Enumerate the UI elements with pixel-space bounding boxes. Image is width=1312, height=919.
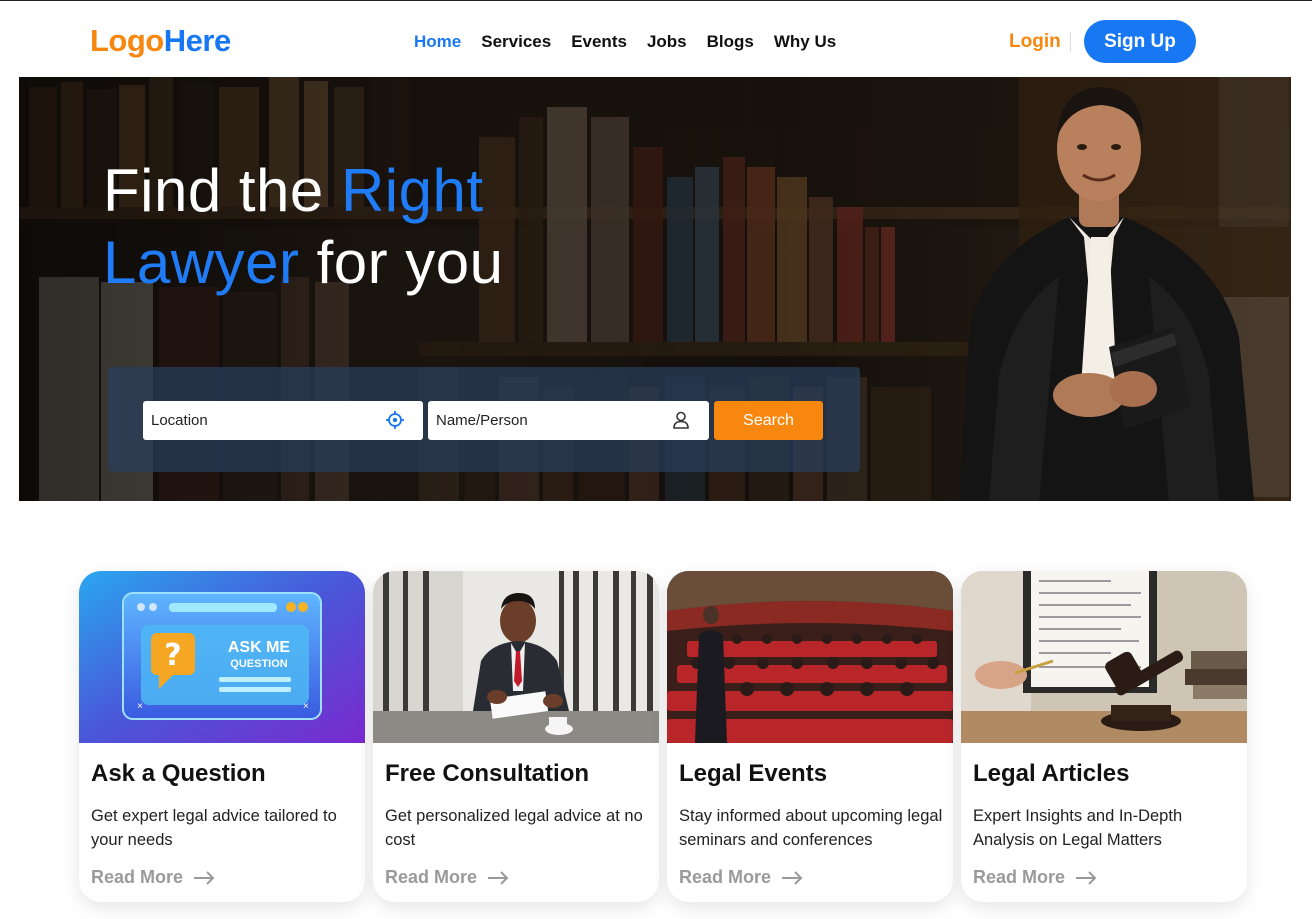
legal-articles-image [961,571,1247,743]
card-free-consultation[interactable]: Free Consultation Get personalized legal… [373,571,659,902]
arrow-right-icon [1076,870,1097,885]
nav-blogs[interactable]: Blogs [707,32,754,52]
read-more-label: Read More [973,867,1066,887]
nav-services[interactable]: Services [481,32,551,52]
header-divider [1070,32,1071,52]
hero-banner: Find the Right Lawyer for you Location N… [19,77,1291,501]
read-more-label: Read More [679,867,772,887]
ask-me-image-text: ASK ME [228,639,291,656]
card-title: Ask a Question [91,760,266,787]
read-more-link[interactable]: Read More [385,867,509,888]
hero-title-text: for you [299,229,504,296]
logo[interactable]: LogoHere [90,23,231,59]
card-description: Stay informed about upcoming legal semin… [679,807,943,849]
person-icon [673,411,689,429]
logo-text-part1: Logo [90,23,164,58]
location-input[interactable]: Location [143,401,423,440]
question-image-text: QUESTION [230,658,288,670]
service-cards: ? ASK ME QUESTION × × Ask a Question Get… [79,571,1247,902]
hero-title-text: Find the [103,157,341,224]
search-panel: Location Name/Person Search [108,367,860,472]
read-more-link[interactable]: Read More [91,867,215,888]
nav-events[interactable]: Events [571,32,627,52]
arrow-right-icon [194,870,215,885]
location-target-icon[interactable] [385,410,405,430]
search-button[interactable]: Search [714,401,823,440]
ask-question-image: ? ASK ME QUESTION × × [79,571,365,743]
arrow-right-icon [488,870,509,885]
hero-title-highlight: Right [340,157,484,224]
name-person-input[interactable]: Name/Person [428,401,709,440]
card-title: Free Consultation [385,760,590,787]
card-description: Get expert legal advice tailored to your… [91,807,337,849]
card-legal-articles[interactable]: Legal Articles Expert Insights and In-De… [961,571,1247,902]
location-placeholder: Location [151,412,208,429]
card-legal-events[interactable]: Legal Events Stay informed about upcomin… [667,571,953,902]
card-description: Expert Insights and In-Depth Analysis on… [973,807,1183,849]
card-title: Legal Articles [973,760,1130,787]
card-ask-question[interactable]: ? ASK ME QUESTION × × Ask a Question Get… [79,571,365,902]
lawyer-photo [959,87,1254,501]
logo-text-part2: Here [163,23,231,58]
read-more-label: Read More [385,867,478,887]
read-more-label: Read More [91,867,184,887]
consultation-image [373,571,659,743]
card-description: Get personalized legal advice at no cost [385,807,643,849]
hero-title-highlight: Lawyer [103,229,300,296]
nav-jobs[interactable]: Jobs [647,32,687,52]
nav-why-us[interactable]: Why Us [774,32,836,52]
read-more-link[interactable]: Read More [679,867,803,888]
nav-home[interactable]: Home [414,32,461,52]
legal-events-image [667,571,953,743]
site-header: LogoHere Home Services Events Jobs Blogs… [0,1,1312,77]
svg-text:?: ? [164,638,181,673]
arrow-right-icon [782,870,803,885]
login-link[interactable]: Login [1009,31,1061,53]
main-nav: Home Services Events Jobs Blogs Why Us [414,32,856,52]
card-title: Legal Events [679,760,828,787]
svg-text:×: × [137,701,143,712]
hero-title: Find the Right Lawyer for you [103,155,504,299]
name-person-placeholder: Name/Person [436,412,528,429]
svg-text:×: × [303,701,309,712]
sign-up-button[interactable]: Sign Up [1084,20,1196,63]
read-more-link[interactable]: Read More [973,867,1097,888]
